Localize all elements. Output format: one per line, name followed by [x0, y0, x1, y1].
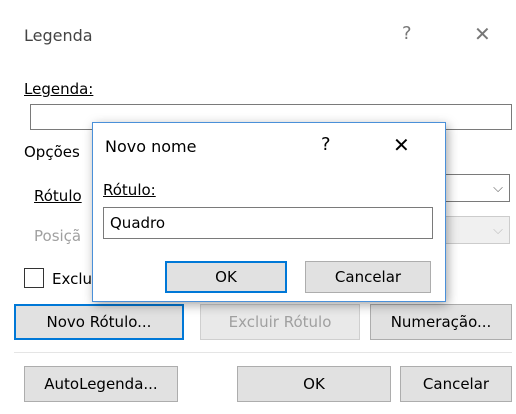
cancel-button[interactable]: Cancelar: [400, 366, 512, 402]
exclude-checkbox-label-text: Exclu: [52, 270, 93, 288]
new-label-input[interactable]: Quadro: [103, 207, 433, 239]
cancel-button-text: Cancelar: [422, 375, 490, 393]
new-name-cancel-button[interactable]: Cancelar: [305, 261, 431, 293]
new-label-button[interactable]: Novo Rótulo...: [14, 304, 184, 340]
caption-label-text: Legenda:: [24, 80, 94, 98]
chevron-down-icon: ⌵: [493, 222, 503, 238]
caption-label: Legenda:: [24, 80, 93, 98]
exclude-checkbox[interactable]: [24, 268, 44, 288]
position-row-text: Posiçã: [34, 227, 82, 245]
ok-button[interactable]: OK: [237, 366, 391, 402]
new-name-dialog: Novo nome ? ✕ Rótulo: Quadro OK Cancelar: [92, 122, 446, 302]
close-icon[interactable]: ✕: [393, 133, 410, 157]
new-name-dialog-title: Novo nome: [105, 137, 197, 156]
delete-label-button: Excluir Rótulo: [200, 304, 360, 340]
close-icon[interactable]: ✕: [474, 24, 491, 44]
numbering-button[interactable]: Numeração...: [370, 304, 512, 340]
new-name-ok-button[interactable]: OK: [165, 261, 287, 293]
main-dialog-title: Legenda: [24, 26, 93, 45]
options-group-label: Opções: [24, 143, 80, 161]
autocaption-button[interactable]: AutoLegenda...: [24, 366, 178, 402]
label-row-text: Rótulo: [34, 187, 82, 205]
delete-label-button-text: Excluir Rótulo: [228, 313, 332, 331]
position-combo: ⌵: [440, 216, 510, 244]
new-label-input-value: Quadro: [110, 214, 166, 232]
label-row-text-inner: Rótulo: [34, 187, 82, 205]
label-combo[interactable]: ⌵: [440, 174, 510, 202]
new-label-caption-text: Rótulo:: [103, 181, 156, 199]
new-name-cancel-button-text: Cancelar: [334, 268, 402, 286]
new-name-ok-button-text: OK: [215, 268, 237, 286]
new-label-button-text: Novo Rótulo...: [46, 313, 152, 331]
chevron-down-icon: ⌵: [493, 180, 503, 196]
new-label-caption: Rótulo:: [103, 181, 156, 199]
help-icon[interactable]: ?: [402, 25, 412, 43]
numbering-button-text: Numeração...: [390, 313, 492, 331]
help-icon[interactable]: ?: [321, 134, 331, 155]
ok-button-text: OK: [303, 375, 325, 393]
footer-separator: [14, 352, 512, 353]
autocaption-button-text: AutoLegenda...: [44, 375, 158, 393]
exclude-checkbox-label: Exclu: [52, 270, 92, 288]
